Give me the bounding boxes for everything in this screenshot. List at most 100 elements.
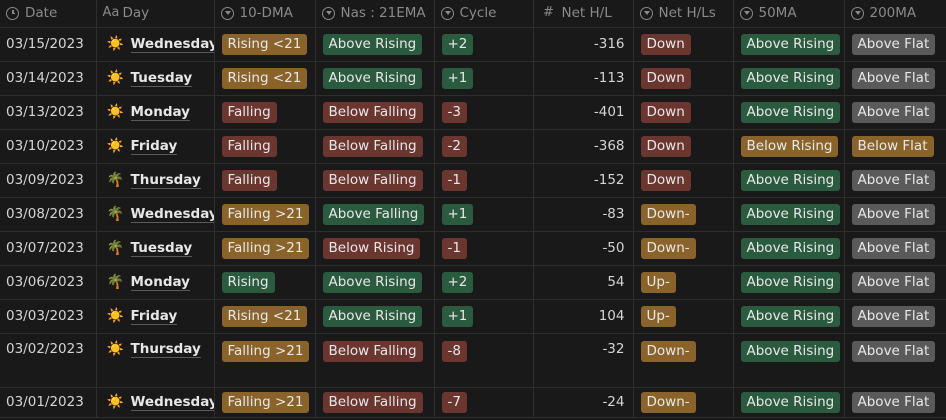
day-title-link[interactable]: Thursday	[130, 341, 201, 358]
day-title-link[interactable]: Monday	[130, 104, 190, 121]
day-title-link[interactable]: Wednesday	[130, 36, 213, 53]
nas-21ema-cell[interactable]: Below Falling	[315, 163, 435, 197]
day-cell[interactable]: 🌴 Tuesday	[96, 231, 215, 265]
net-hl-cell[interactable]: -316	[533, 27, 634, 61]
day-title-link[interactable]: Thursday	[130, 172, 201, 189]
date-cell[interactable]: 03/07/2023	[0, 231, 97, 265]
ma200-cell[interactable]: Above Flat	[844, 27, 946, 61]
date-cell[interactable]: 03/01/2023	[0, 387, 97, 417]
net-hls-cell[interactable]: Down-	[633, 231, 734, 265]
ma200-cell[interactable]: Above Flat	[844, 387, 946, 417]
table-row[interactable]: 03/03/2023 ☀️ Friday Rising <21 Above Rising…	[0, 299, 946, 333]
nas-21ema-cell[interactable]: Below Falling	[315, 95, 435, 129]
net-hls-cell[interactable]: Down-	[633, 333, 734, 387]
net-hls-cell[interactable]: Up-	[633, 299, 734, 333]
dma10-cell[interactable]: Rising <21	[214, 299, 316, 333]
nas-21ema-cell[interactable]: Below Rising	[315, 231, 435, 265]
ma200-cell[interactable]: Above Flat	[844, 163, 946, 197]
cycle-cell[interactable]: +1	[434, 197, 534, 231]
table-row[interactable]: 03/13/2023 ☀️ Monday Falling Below Falling -3…	[0, 95, 946, 129]
ma200-cell[interactable]: Above Flat	[844, 231, 946, 265]
nas-21ema-cell[interactable]: Below Falling	[315, 333, 435, 387]
table-row[interactable]: 03/09/2023 🌴 Thursday Falling Below Falling -…	[0, 163, 946, 197]
nas-21ema-cell[interactable]: Above Rising	[315, 299, 435, 333]
day-title-link[interactable]: Tuesday	[130, 240, 193, 257]
col-header-date[interactable]: Date	[0, 0, 97, 28]
day-cell[interactable]: ☀️ Wednesday	[96, 27, 215, 61]
nas-21ema-cell[interactable]: Above Rising	[315, 61, 435, 95]
ma50-cell[interactable]: Above Rising	[733, 265, 845, 299]
table-row[interactable]: 03/07/2023 🌴 Tuesday Falling >21 Below Risin…	[0, 231, 946, 265]
day-cell[interactable]: ☀️ Friday	[96, 129, 215, 163]
cycle-cell[interactable]: -7	[434, 387, 534, 417]
cycle-cell[interactable]: +1	[434, 299, 534, 333]
dma10-cell[interactable]: Falling >21	[214, 231, 316, 265]
net-hl-cell[interactable]: -32	[533, 333, 634, 387]
dma10-cell[interactable]: Falling >21	[214, 387, 316, 417]
net-hls-cell[interactable]: Down	[633, 61, 734, 95]
nas-21ema-cell[interactable]: Above Falling	[315, 197, 435, 231]
dma10-cell[interactable]: Falling	[214, 95, 316, 129]
ma50-cell[interactable]: Above Rising	[733, 387, 845, 417]
ma200-cell[interactable]: Below Flat	[844, 129, 946, 163]
net-hl-cell[interactable]: -50	[533, 231, 634, 265]
ma50-cell[interactable]: Above Rising	[733, 27, 845, 61]
ma50-cell[interactable]: Above Rising	[733, 95, 845, 129]
date-cell[interactable]: 03/03/2023	[0, 299, 97, 333]
table-row[interactable]: 03/01/2023 ☀️ Wednesday Falling >21 Below Fa…	[0, 387, 946, 417]
net-hl-cell[interactable]: -113	[533, 61, 634, 95]
col-header-day[interactable]: Aa Day	[96, 0, 215, 28]
day-title-link[interactable]: Tuesday	[130, 70, 193, 87]
net-hl-cell[interactable]: 104	[533, 299, 634, 333]
net-hls-cell[interactable]: Down-	[633, 387, 734, 417]
net-hl-cell[interactable]: -152	[533, 163, 634, 197]
col-header-nethl[interactable]: # Net H/L	[533, 0, 634, 28]
ma50-cell[interactable]: Above Rising	[733, 299, 845, 333]
ma50-cell[interactable]: Above Rising	[733, 163, 845, 197]
nas-21ema-cell[interactable]: Below Falling	[315, 387, 435, 417]
date-cell[interactable]: 03/09/2023	[0, 163, 97, 197]
table-row[interactable]: 03/06/2023 🌴 Monday Rising Above Rising +2 54 U…	[0, 265, 946, 299]
day-cell[interactable]: ☀️ Tuesday	[96, 61, 215, 95]
day-cell[interactable]: ☀️ Friday	[96, 299, 215, 333]
dma10-cell[interactable]: Falling	[214, 163, 316, 197]
day-cell[interactable]: ☀️ Wednesday	[96, 387, 215, 417]
net-hls-cell[interactable]: Down	[633, 129, 734, 163]
col-header-50ma[interactable]: 50MA	[733, 0, 845, 28]
net-hl-cell[interactable]: -401	[533, 95, 634, 129]
cycle-cell[interactable]: +2	[434, 265, 534, 299]
dma10-cell[interactable]: Rising <21	[214, 27, 316, 61]
ma200-cell[interactable]: Above Flat	[844, 299, 946, 333]
col-header-nas[interactable]: Nas : 21EMA	[315, 0, 435, 28]
net-hl-cell[interactable]: 54	[533, 265, 634, 299]
day-cell[interactable]: ☀️ Monday	[96, 95, 215, 129]
cycle-cell[interactable]: +1	[434, 61, 534, 95]
ma200-cell[interactable]: Above Flat	[844, 197, 946, 231]
net-hl-cell[interactable]: -24	[533, 387, 634, 417]
table-row[interactable]: 03/15/2023 ☀️ Wednesday Rising <21 Above Ris…	[0, 27, 946, 61]
ma50-cell[interactable]: Above Rising	[733, 333, 845, 387]
cycle-cell[interactable]: -1	[434, 163, 534, 197]
cycle-cell[interactable]: -2	[434, 129, 534, 163]
net-hls-cell[interactable]: Up-	[633, 265, 734, 299]
nas-21ema-cell[interactable]: Below Falling	[315, 129, 435, 163]
date-cell[interactable]: 03/06/2023	[0, 265, 97, 299]
net-hls-cell[interactable]: Down	[633, 27, 734, 61]
table-row[interactable]: 03/02/2023 ☀️ Thursday Falling >21 Below Fal…	[0, 333, 946, 387]
ma50-cell[interactable]: Above Rising	[733, 197, 845, 231]
day-title-link[interactable]: Friday	[130, 308, 178, 325]
net-hls-cell[interactable]: Down-	[633, 197, 734, 231]
col-header-10dma[interactable]: 10-DMA	[214, 0, 316, 28]
table-row[interactable]: 03/14/2023 ☀️ Tuesday Rising <21 Above Risin…	[0, 61, 946, 95]
ma200-cell[interactable]: Above Flat	[844, 95, 946, 129]
date-cell[interactable]: 03/13/2023	[0, 95, 97, 129]
cycle-cell[interactable]: -8	[434, 333, 534, 387]
net-hls-cell[interactable]: Down	[633, 95, 734, 129]
day-title-link[interactable]: Wednesday	[130, 206, 213, 223]
date-cell[interactable]: 03/02/2023	[0, 333, 97, 387]
nas-21ema-cell[interactable]: Above Rising	[315, 27, 435, 61]
day-cell[interactable]: 🌴 Wednesday	[96, 197, 215, 231]
col-header-nethls[interactable]: Net H/Ls	[633, 0, 734, 28]
day-title-link[interactable]: Wednesday	[130, 394, 213, 411]
ma50-cell[interactable]: Above Rising	[733, 61, 845, 95]
